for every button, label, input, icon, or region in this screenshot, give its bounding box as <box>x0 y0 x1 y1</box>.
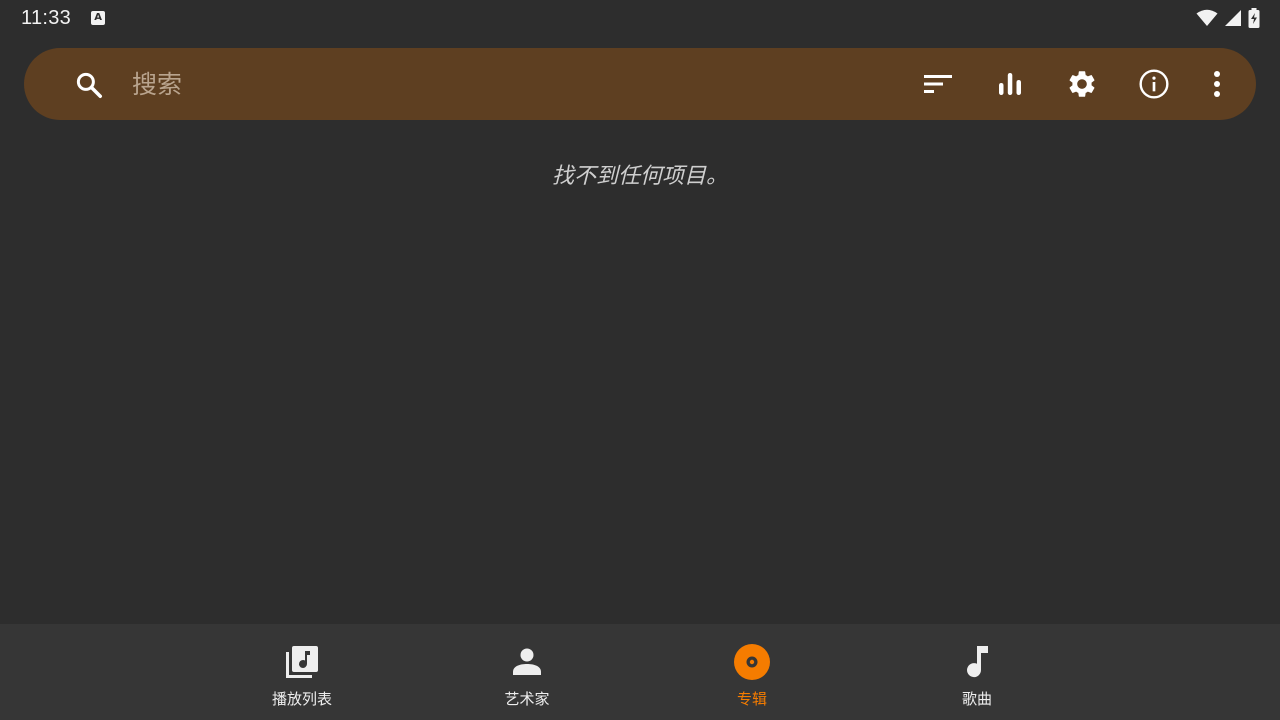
search-input[interactable] <box>132 64 892 104</box>
settings-gear-icon <box>1069 71 1095 97</box>
info-button[interactable] <box>1136 66 1172 102</box>
nav-label-playlists: 播放列表 <box>271 690 332 708</box>
signal-icon <box>1225 10 1241 26</box>
info-icon <box>1139 69 1169 99</box>
nav-item-artists[interactable]: 艺术家 <box>467 624 587 720</box>
nav-label-songs: 歌曲 <box>961 690 992 708</box>
more-options-button[interactable] <box>1199 66 1235 102</box>
nav-item-playlists[interactable]: 播放列表 <box>242 624 362 720</box>
status-icons <box>1196 8 1260 28</box>
app-screen: 11:33 A 搜索 找不到任何项目。 播放列表 艺术家 专辑 歌曲 <box>0 0 1280 720</box>
status-time: 11:33 <box>21 6 72 29</box>
equalizer-icon <box>999 73 1021 95</box>
nav-item-songs[interactable]: 歌曲 <box>917 624 1037 720</box>
search-icon[interactable] <box>74 70 104 100</box>
search-bar <box>24 48 1256 120</box>
settings-button[interactable] <box>1064 66 1100 102</box>
song-icon <box>959 644 995 680</box>
sort-icon <box>924 75 952 93</box>
empty-state-message: 找不到任何项目。 <box>551 164 728 189</box>
artist-icon <box>509 644 545 680</box>
status-bar: 11:33 <box>0 0 1280 36</box>
battery-charging-icon <box>1248 8 1260 28</box>
nav-label-artists: 艺术家 <box>504 690 550 708</box>
wifi-icon <box>1196 9 1218 26</box>
nav-label-albums: 专辑 <box>736 690 767 708</box>
nav-item-albums[interactable]: 专辑 <box>692 624 812 720</box>
bottom-navigation: 播放列表 艺术家 专辑 歌曲 <box>0 624 1280 720</box>
sort-button[interactable] <box>920 66 956 102</box>
album-icon <box>734 644 770 680</box>
playlist-icon <box>284 644 320 680</box>
text-a-icon <box>91 11 106 25</box>
equalizer-button[interactable] <box>992 66 1028 102</box>
more-vert-icon <box>1214 71 1220 97</box>
